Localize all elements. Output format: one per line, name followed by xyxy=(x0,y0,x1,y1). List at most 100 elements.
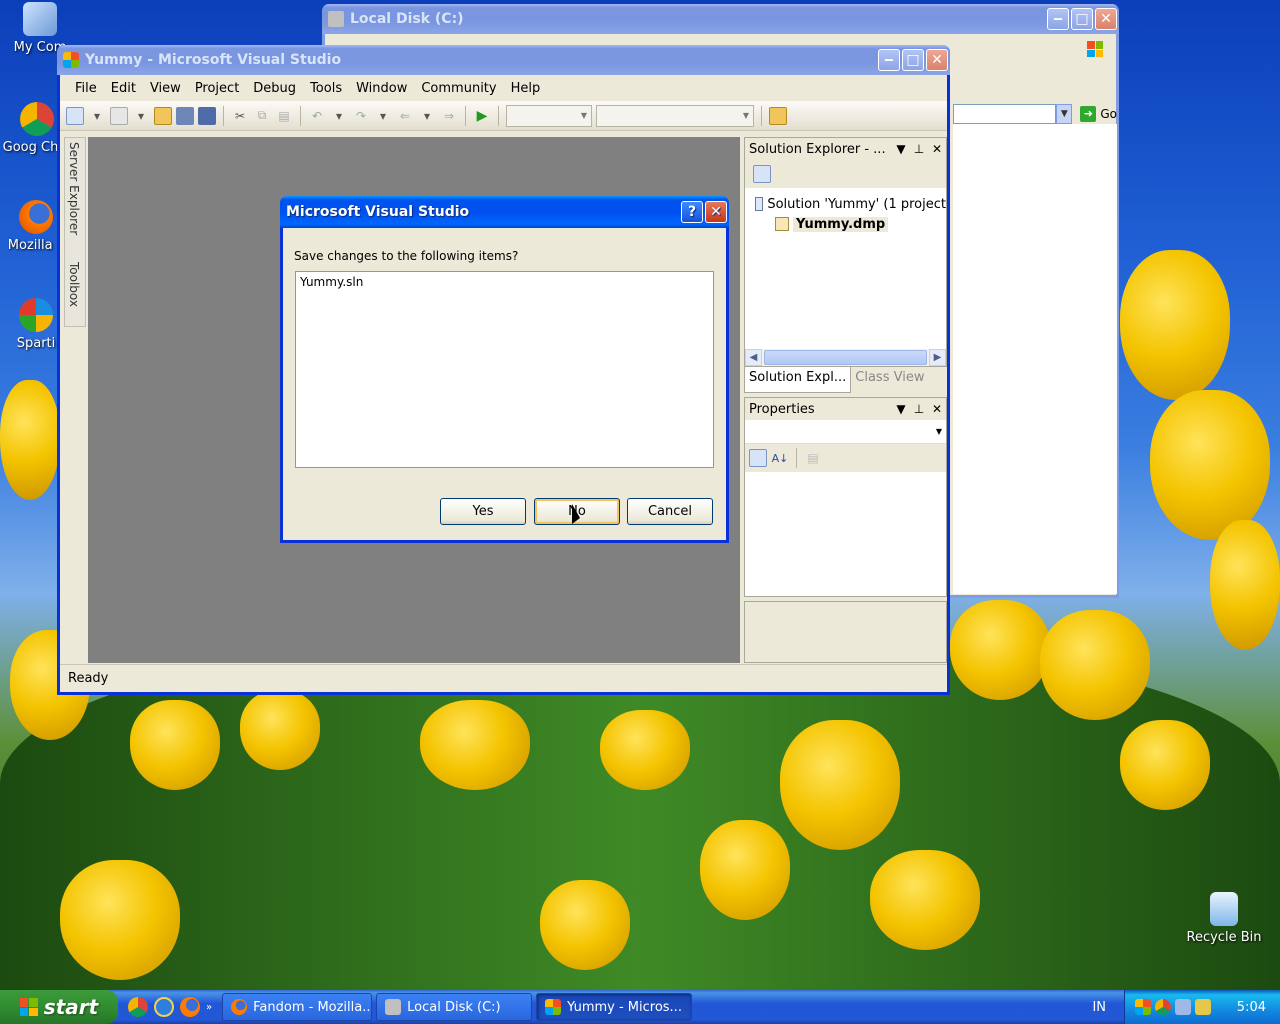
menu-tools[interactable]: Tools xyxy=(303,81,349,96)
redo-icon[interactable]: ↷ xyxy=(352,107,370,125)
folder-content-area[interactable] xyxy=(953,124,1117,594)
cancel-button[interactable]: Cancel xyxy=(627,498,713,525)
start-button[interactable]: start xyxy=(0,990,118,1024)
close-button[interactable]: ✕ xyxy=(705,201,727,223)
dropdown-arrow-icon[interactable]: ▾ xyxy=(132,107,150,125)
close-button[interactable]: ✕ xyxy=(1095,8,1117,30)
chevron-right-icon[interactable]: » xyxy=(206,1002,212,1013)
menu-debug[interactable]: Debug xyxy=(246,81,303,96)
minimize-button[interactable]: ‒ xyxy=(1047,8,1069,30)
dropdown-arrow-icon[interactable]: ▾ xyxy=(88,107,106,125)
address-field[interactable] xyxy=(953,104,1057,124)
scroll-right-icon[interactable]: ▶ xyxy=(929,349,946,366)
tab-class-view[interactable]: Class View xyxy=(851,367,928,393)
desktop-icon-recycle-bin[interactable]: Recycle Bin xyxy=(1184,892,1264,945)
maximize-button[interactable]: □ xyxy=(902,49,924,71)
configuration-combo[interactable]: ▼ xyxy=(506,104,592,127)
save-icon[interactable] xyxy=(176,106,194,125)
list-item[interactable]: Yummy.sln xyxy=(300,275,709,289)
dropdown-arrow-icon[interactable]: ▾ xyxy=(330,107,348,125)
menu-window[interactable]: Window xyxy=(349,81,414,96)
toolbox-tab[interactable]: Toolbox xyxy=(67,262,81,307)
firefox-icon[interactable] xyxy=(180,997,200,1017)
open-folder-icon[interactable] xyxy=(154,106,172,125)
server-explorer-tab[interactable]: Server Explorer xyxy=(67,142,81,235)
yes-button[interactable]: Yes xyxy=(440,498,526,525)
standard-toolbar: ▾ ▾ ✂ ⧉ ▤ ↶ ▾ ↷ ▾ ⇐ ▾ ⇒ ▶ ▼ ▼ xyxy=(60,101,947,131)
dialog-title: Microsoft Visual Studio xyxy=(286,204,470,220)
toolbar-separator xyxy=(300,105,301,126)
menu-file[interactable]: File xyxy=(68,81,104,96)
taskbar-button-firefox[interactable]: Fandom - Mozilla... xyxy=(222,993,373,1021)
clock[interactable]: 5:04 xyxy=(1237,1000,1266,1015)
menu-community[interactable]: Community xyxy=(414,81,503,96)
find-in-files-icon[interactable] xyxy=(769,106,787,125)
taskbar-button-local-disk[interactable]: Local Disk (C:) xyxy=(376,993,533,1021)
taskbar-button-visual-studio[interactable]: Yummy - Micros... xyxy=(536,993,693,1021)
vs-tray-icon[interactable] xyxy=(1135,999,1151,1015)
items-list[interactable]: Yummy.sln xyxy=(295,271,714,468)
save-all-icon[interactable] xyxy=(198,106,216,125)
minimize-button[interactable]: ‒ xyxy=(878,49,900,71)
pin-icon[interactable]: ⊥ xyxy=(910,402,928,416)
navigate-forward-icon[interactable]: ⇒ xyxy=(440,107,458,125)
scroll-thumb[interactable] xyxy=(764,350,927,365)
network-icon[interactable] xyxy=(1175,999,1191,1015)
navigate-backward-icon[interactable]: ⇐ xyxy=(396,107,414,125)
chrome-icon[interactable] xyxy=(128,997,148,1017)
dropdown-arrow-icon[interactable]: ▾ xyxy=(374,107,392,125)
toolbar-separator xyxy=(223,105,224,126)
tulip xyxy=(60,860,180,980)
cut-icon[interactable]: ✂ xyxy=(231,107,249,125)
local-disk-title-bar[interactable]: Local Disk (C:) ‒ □ ✕ xyxy=(322,4,1119,34)
save-changes-dialog: Microsoft Visual Studio ? ✕ Save changes… xyxy=(280,196,729,543)
platform-combo[interactable]: ▼ xyxy=(596,104,754,127)
dialog-title-bar[interactable]: Microsoft Visual Studio ? ✕ xyxy=(280,196,729,228)
toolbar-separator xyxy=(498,105,499,126)
properties-icon[interactable] xyxy=(753,165,771,183)
tulip xyxy=(780,720,900,850)
property-pages-icon[interactable]: ▤ xyxy=(804,449,822,467)
visual-studio-icon xyxy=(63,52,79,68)
language-indicator[interactable]: IN xyxy=(1092,1000,1106,1015)
close-icon[interactable]: ✕ xyxy=(928,142,946,156)
maximize-button[interactable]: □ xyxy=(1071,8,1093,30)
scroll-left-icon[interactable]: ◀ xyxy=(745,349,762,366)
security-icon[interactable] xyxy=(1195,999,1211,1015)
tree-item-solution[interactable]: Solution 'Yummy' (1 project xyxy=(755,194,946,214)
undo-icon[interactable]: ↶ xyxy=(308,107,326,125)
menu-project[interactable]: Project xyxy=(188,81,246,96)
new-project-icon[interactable] xyxy=(66,106,84,125)
address-dropdown-button[interactable]: ▼ xyxy=(1056,104,1073,124)
chevron-down-icon[interactable]: ▼ xyxy=(892,402,910,416)
start-debugging-icon[interactable]: ▶ xyxy=(473,107,491,125)
alphabetical-icon[interactable]: A↓ xyxy=(771,449,789,467)
chrome-tray-icon[interactable] xyxy=(1155,999,1171,1015)
close-icon[interactable]: ✕ xyxy=(928,402,946,416)
menu-help[interactable]: Help xyxy=(504,81,548,96)
pin-icon[interactable]: ⊥ xyxy=(910,142,928,156)
object-selector[interactable]: ▼ xyxy=(745,420,946,444)
dropdown-arrow-icon[interactable]: ▾ xyxy=(418,107,436,125)
horizontal-scrollbar[interactable]: ◀ ▶ xyxy=(745,349,946,366)
copy-icon[interactable]: ⧉ xyxy=(253,107,271,125)
close-button[interactable]: ✕ xyxy=(926,49,948,71)
help-button[interactable]: ? xyxy=(681,201,703,223)
internet-explorer-icon[interactable] xyxy=(154,997,174,1017)
add-item-icon[interactable] xyxy=(110,106,128,125)
chevron-down-icon[interactable]: ▼ xyxy=(892,142,910,156)
dialog-prompt: Save changes to the following items? xyxy=(294,249,519,263)
menu-bar: File Edit View Project Debug Tools Windo… xyxy=(60,75,947,101)
menu-edit[interactable]: Edit xyxy=(104,81,143,96)
go-button[interactable]: ➜ Go xyxy=(1080,106,1117,122)
tree-item-project[interactable]: Yummy.dmp xyxy=(755,214,946,234)
solution-icon xyxy=(755,197,764,211)
tab-solution-explorer[interactable]: Solution Expl... xyxy=(744,367,852,393)
solution-explorer-header: Solution Explorer - ... ▼ ⊥ ✕ xyxy=(745,138,946,160)
categorized-icon[interactable] xyxy=(749,449,767,467)
vs-title-bar[interactable]: Yummy - Microsoft Visual Studio ‒ □ ✕ xyxy=(57,45,950,75)
menu-view[interactable]: View xyxy=(143,81,188,96)
address-bar[interactable]: ▼ ➜ Go xyxy=(953,102,1117,126)
tulip xyxy=(700,820,790,920)
paste-icon[interactable]: ▤ xyxy=(275,107,293,125)
